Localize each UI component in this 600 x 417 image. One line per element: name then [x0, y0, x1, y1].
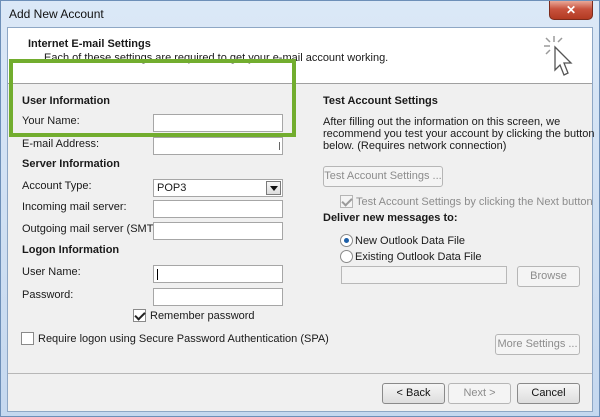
logon-info-heading: Logon Information: [22, 244, 120, 256]
email-label: E-mail Address:: [22, 138, 100, 150]
password-label: Password:: [22, 289, 74, 301]
account-type-label: Account Type:: [22, 180, 92, 192]
remember-password-label: Remember password: [150, 310, 255, 322]
header-title: Internet E-mail Settings: [28, 38, 151, 50]
account-type-select[interactable]: POP3: [153, 179, 283, 197]
incoming-server-label: Incoming mail server:: [22, 201, 127, 213]
email-input[interactable]: [153, 137, 283, 155]
test-on-next-label: Test Account Settings by clicking the Ne…: [356, 196, 593, 208]
test-account-settings-button[interactable]: Test Account Settings ...: [323, 166, 443, 187]
existing-file-path-input[interactable]: [341, 266, 507, 284]
existing-data-file-radio[interactable]: [340, 250, 353, 263]
click-cursor-icon: [544, 36, 573, 76]
username-input[interactable]: [153, 265, 283, 283]
add-account-window: Add New Account ✕ Internet E-mail Settin…: [0, 0, 600, 417]
browse-button[interactable]: Browse: [517, 266, 580, 287]
test-description-line1: After filling out the information on thi…: [323, 116, 561, 128]
test-description-line2: recommend you test your account by click…: [323, 128, 595, 140]
next-button[interactable]: Next >: [448, 383, 511, 404]
title-bar: Add New Account ✕: [1, 1, 599, 27]
back-button[interactable]: < Back: [382, 383, 445, 404]
test-description-line3: below. (Requires network connection): [323, 140, 507, 152]
existing-data-file-label: Existing Outlook Data File: [355, 251, 482, 263]
account-type-value: POP3: [157, 182, 187, 194]
password-input[interactable]: [153, 288, 283, 306]
new-data-file-label: New Outlook Data File: [355, 235, 466, 247]
new-data-file-radio[interactable]: [340, 234, 353, 247]
server-info-heading: Server Information: [22, 158, 120, 170]
username-label: User Name:: [22, 266, 81, 278]
deliver-heading: Deliver new messages to:: [323, 212, 458, 224]
spa-checkbox[interactable]: [21, 332, 34, 345]
outgoing-server-input[interactable]: [153, 222, 283, 240]
user-info-highlight-box: [9, 59, 296, 137]
incoming-server-input[interactable]: [153, 200, 283, 218]
footer-divider: [8, 373, 592, 374]
window-title: Add New Account: [9, 7, 104, 21]
chevron-down-icon[interactable]: [266, 181, 281, 195]
cancel-button[interactable]: Cancel: [517, 383, 580, 404]
outgoing-server-label: Outgoing mail server (SMTP):: [22, 223, 168, 235]
test-on-next-checkbox[interactable]: [340, 195, 353, 208]
remember-password-checkbox[interactable]: [133, 309, 146, 322]
close-button[interactable]: ✕: [549, 1, 593, 20]
more-settings-button[interactable]: More Settings ...: [495, 334, 580, 355]
spa-label: Require logon using Secure Password Auth…: [38, 333, 329, 345]
test-settings-heading: Test Account Settings: [323, 95, 438, 107]
